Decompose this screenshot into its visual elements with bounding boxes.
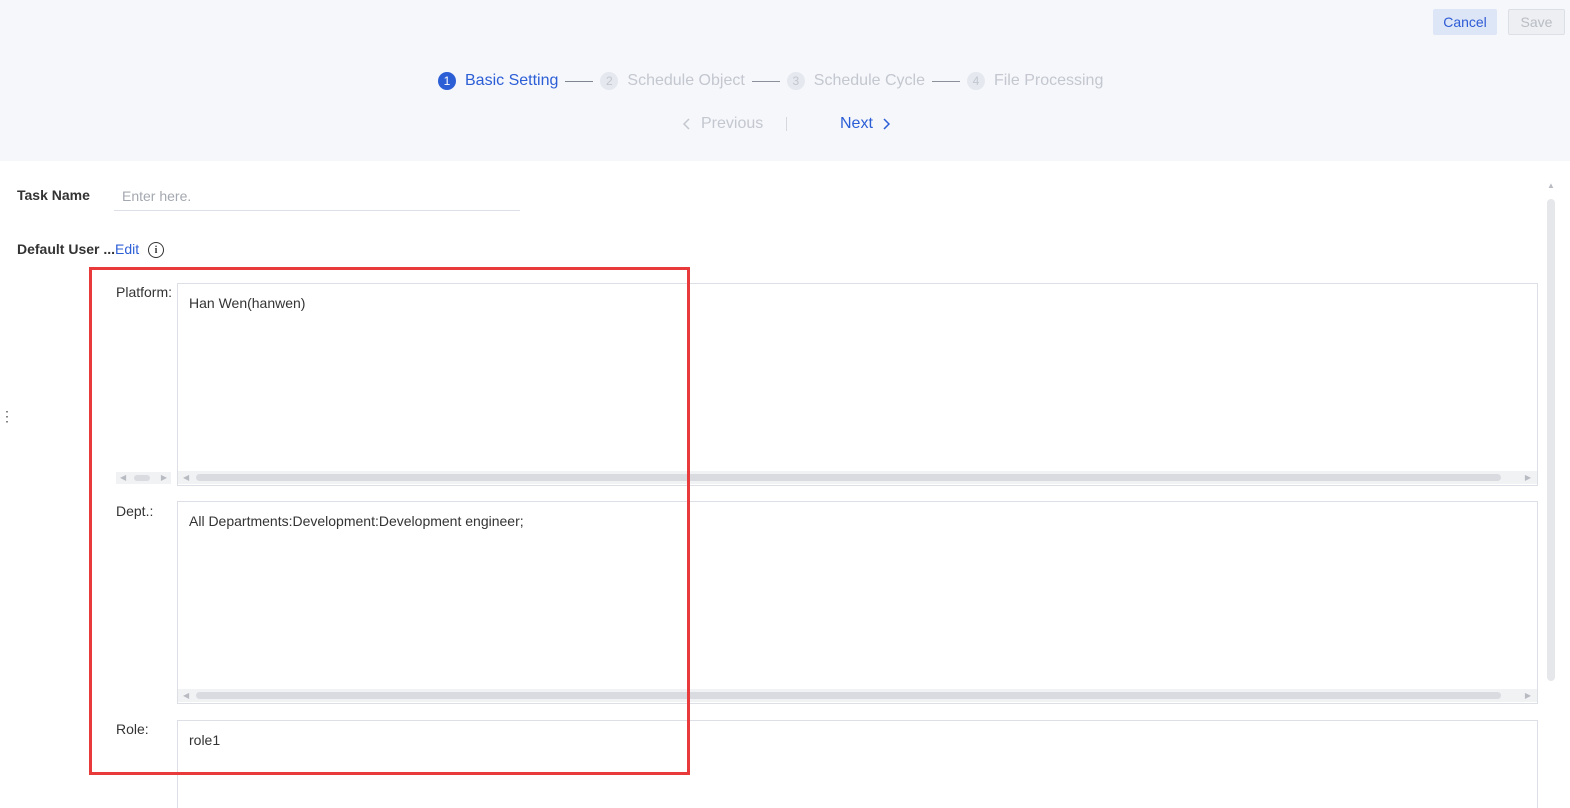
pager-divider bbox=[786, 117, 787, 131]
role-value: role1 bbox=[189, 732, 221, 748]
step-label: Schedule Cycle bbox=[813, 72, 925, 89]
platform-horizontal-scrollbar[interactable]: ◀ ▶ bbox=[178, 471, 1537, 484]
step-connector bbox=[751, 80, 780, 82]
dept-horizontal-scrollbar[interactable]: ◀ ▶ bbox=[178, 689, 1537, 702]
next-button[interactable]: Next bbox=[840, 114, 891, 134]
scroll-left-icon[interactable]: ◀ bbox=[183, 471, 189, 484]
scrollbar-thumb[interactable] bbox=[134, 475, 150, 481]
step-number: 3 bbox=[786, 72, 805, 90]
step-connector bbox=[565, 80, 594, 82]
step-basic-setting[interactable]: 1 Basic Setting bbox=[438, 72, 558, 90]
step-number: 1 bbox=[438, 72, 456, 90]
step-label: Basic Setting bbox=[465, 72, 559, 89]
step-number: 2 bbox=[600, 72, 619, 90]
save-button[interactable]: Save bbox=[1508, 9, 1565, 35]
wizard-header: Cancel Save 1 Basic Setting 2 Schedule O… bbox=[0, 0, 1570, 161]
previous-label: Previous bbox=[701, 115, 764, 132]
dept-label: Dept.: bbox=[116, 503, 154, 519]
scroll-right-icon[interactable]: ▶ bbox=[1525, 689, 1531, 702]
role-field[interactable]: role1 bbox=[177, 720, 1538, 808]
scroll-right-icon[interactable]: ▶ bbox=[161, 472, 167, 484]
step-connector bbox=[931, 80, 960, 82]
chevron-right-icon bbox=[883, 118, 890, 130]
task-name-label: Task Name bbox=[17, 187, 90, 203]
scroll-right-icon[interactable]: ▶ bbox=[1525, 471, 1531, 484]
platform-label: Platform: bbox=[116, 284, 173, 300]
scrollbar-thumb[interactable] bbox=[1547, 199, 1555, 681]
scroll-up-icon[interactable]: ▲ bbox=[1547, 181, 1555, 190]
step-number: 4 bbox=[966, 72, 985, 90]
previous-button[interactable]: Previous bbox=[682, 114, 763, 134]
info-icon[interactable]: i bbox=[148, 242, 164, 258]
step-file-processing[interactable]: 4 File Processing bbox=[966, 72, 1104, 90]
vertical-scrollbar[interactable]: ▲ bbox=[1546, 181, 1556, 681]
step-schedule-object[interactable]: 2 Schedule Object bbox=[600, 72, 745, 90]
edit-link[interactable]: Edit bbox=[115, 241, 139, 257]
cancel-button[interactable]: Cancel bbox=[1433, 9, 1497, 35]
drag-handle-icon[interactable]: ⋮ bbox=[0, 409, 14, 423]
step-schedule-cycle[interactable]: 3 Schedule Cycle bbox=[786, 72, 925, 90]
chevron-left-icon bbox=[682, 118, 690, 130]
dept-value: All Departments:Development:Development … bbox=[189, 513, 524, 529]
scrollbar-thumb[interactable] bbox=[196, 692, 1501, 699]
scrollbar-thumb[interactable] bbox=[196, 474, 1501, 481]
step-indicator: 1 Basic Setting 2 Schedule Object 3 Sche… bbox=[438, 70, 1103, 92]
default-user-label: Default User ... bbox=[17, 241, 116, 257]
scroll-left-icon[interactable]: ◀ bbox=[120, 472, 126, 484]
step-label: Schedule Object bbox=[627, 72, 745, 89]
platform-value: Han Wen(hanwen) bbox=[189, 295, 306, 311]
platform-field[interactable]: Han Wen(hanwen) bbox=[177, 283, 1538, 486]
scroll-left-icon[interactable]: ◀ bbox=[183, 689, 189, 702]
label-horizontal-scrollbar[interactable]: ◀ ▶ bbox=[116, 472, 171, 484]
dept-field[interactable]: All Departments:Development:Development … bbox=[177, 501, 1538, 704]
next-label: Next bbox=[840, 115, 873, 132]
task-name-input[interactable] bbox=[114, 182, 520, 211]
step-label: File Processing bbox=[993, 72, 1104, 89]
role-label: Role: bbox=[116, 721, 149, 737]
